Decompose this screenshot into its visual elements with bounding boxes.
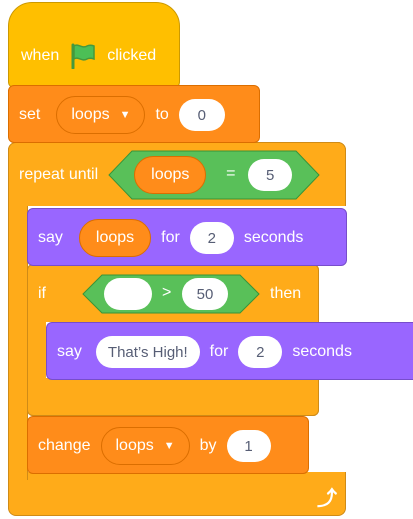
if-label: if [38,285,46,302]
change-value-input[interactable]: 1 [226,430,271,462]
equals-value-input[interactable]: 5 [248,159,293,191]
set-variable-dropdown[interactable]: loops ▼ [56,96,146,134]
say-seconds-input[interactable]: 2 [189,222,234,254]
say-label: say [38,229,63,246]
equals-condition[interactable]: loops = 5 [108,150,320,200]
when-flag-clicked-block[interactable]: when clicked [8,2,180,88]
set-label: set [19,106,41,123]
seconds-label: seconds [292,343,352,360]
chevron-down-icon: ▼ [119,109,131,121]
repeat-until-label: repeat until [19,166,99,183]
greater-than-condition[interactable]: > 50 [82,274,260,314]
when-label: when [21,47,60,64]
repeat-block-footer: ⤴ [8,472,346,516]
greater-than-operator: > [162,284,172,301]
for-label: for [161,229,180,246]
greater-than-right-input[interactable]: 50 [182,278,228,310]
say-seconds-input[interactable]: 2 [238,336,283,368]
repeat-block-header: repeat until loops = 5 [8,142,346,206]
seconds-label: seconds [243,229,304,246]
to-label: to [155,106,169,123]
set-value-input[interactable]: 0 [178,99,225,131]
for-label: for [209,343,229,360]
chevron-down-icon: ▼ [163,440,175,452]
change-variable-name: loops [115,437,154,454]
if-block-footer [27,378,319,416]
if-block-header: if > 50 then [27,264,319,322]
clicked-label: clicked [107,47,157,64]
then-label: then [270,285,302,302]
say-loops-variable-reporter[interactable]: loops [78,219,152,257]
greater-than-left-input[interactable] [104,278,152,310]
change-variable-dropdown[interactable]: loops ▼ [100,427,190,465]
loops-variable-label: loops [151,166,190,183]
repeat-block-spine [8,200,28,480]
equals-operator: = [226,165,236,182]
green-flag-icon [69,43,97,69]
change-variable-block[interactable]: change loops ▼ by 1 [27,416,309,474]
say-label: say [57,343,82,360]
say-loops-block[interactable]: say loops for 2 seconds [27,208,347,266]
set-variable-block[interactable]: set loops ▼ to 0 [8,85,260,143]
loop-arrow-icon: ⤴ [317,488,337,510]
say-message-input[interactable]: That’s High! [95,336,200,368]
by-label: by [199,437,217,454]
change-label: change [38,437,91,454]
loops-variable-reporter[interactable]: loops [134,156,207,194]
set-variable-name: loops [71,106,110,123]
say-high-block[interactable]: say That’s High! for 2 seconds [46,322,413,380]
